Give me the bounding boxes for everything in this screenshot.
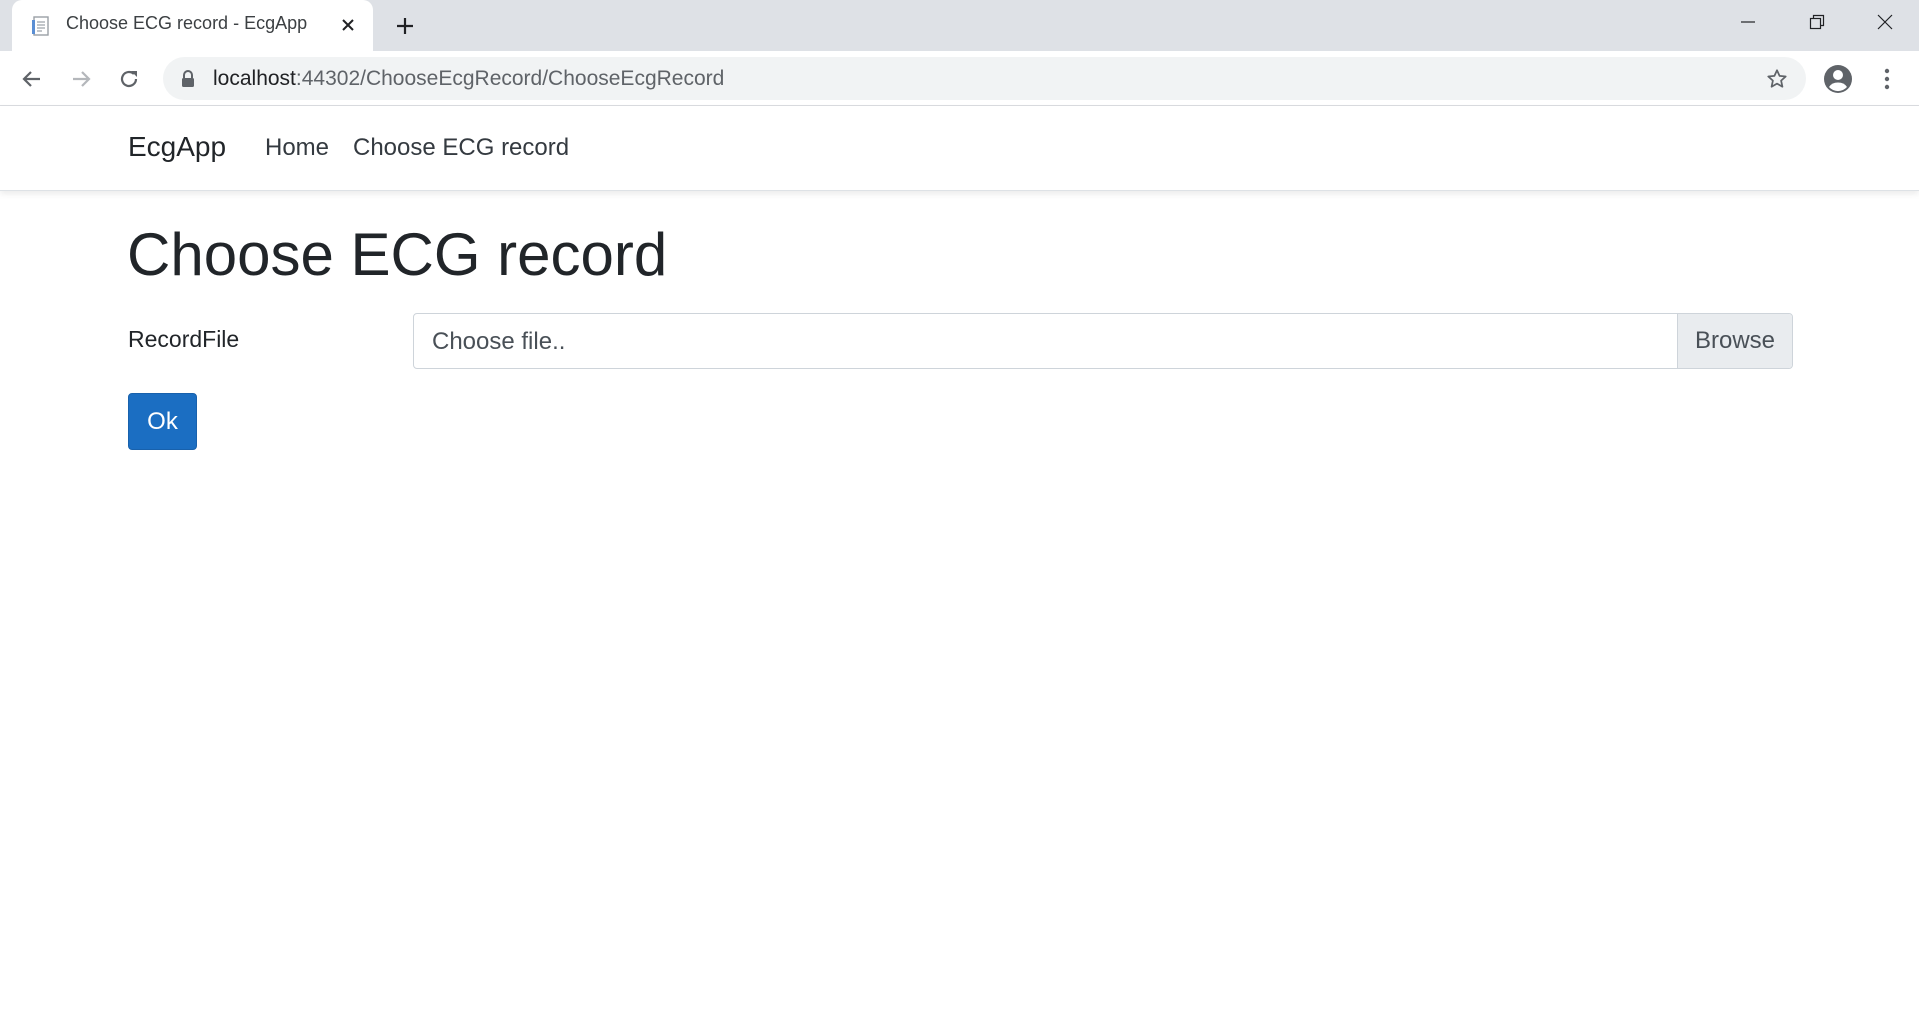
new-tab-icon[interactable] — [390, 11, 420, 41]
lock-icon[interactable] — [179, 69, 197, 89]
reload-icon[interactable] — [113, 63, 145, 95]
url-text[interactable]: localhost:44302/ChooseEcgRecord/ChooseEc… — [213, 67, 724, 91]
app-navbar: EcgApp Home Choose ECG record — [0, 106, 1919, 191]
back-arrow-icon[interactable] — [16, 63, 48, 95]
document-favicon-icon — [30, 15, 52, 37]
address-bar[interactable]: localhost:44302/ChooseEcgRecord/ChooseEc… — [163, 57, 1806, 100]
nav-link-choose-ecg-record[interactable]: Choose ECG record — [353, 134, 569, 162]
navbar-brand[interactable]: EcgApp — [128, 131, 226, 163]
url-host: localhost — [213, 67, 296, 90]
browse-button[interactable]: Browse — [1677, 314, 1792, 368]
url-path: :44302/ChooseEcgRecord/ChooseEcgRecord — [295, 67, 725, 90]
nav-link-home[interactable]: Home — [265, 134, 329, 162]
ok-button[interactable]: Ok — [128, 393, 197, 450]
profile-avatar-icon[interactable] — [1822, 63, 1854, 95]
record-file-input[interactable]: Choose file.. Browse — [413, 313, 1793, 369]
tab-title: Choose ECG record - EcgApp — [66, 13, 308, 33]
bookmark-star-icon[interactable] — [1763, 65, 1791, 93]
forward-arrow-icon[interactable] — [65, 63, 97, 95]
browser-tabstrip: Choose ECG record - EcgApp — [0, 0, 1919, 51]
tab-close-icon[interactable] — [335, 12, 361, 38]
window-close-icon[interactable] — [1850, 0, 1919, 44]
file-input-placeholder: Choose file.. — [432, 328, 566, 355]
browser-tab[interactable]: Choose ECG record - EcgApp — [12, 0, 373, 51]
window-minimize-icon[interactable] — [1713, 0, 1782, 44]
record-file-label: RecordFile — [128, 326, 240, 352]
page-title: Choose ECG record — [127, 221, 668, 288]
browser-toolbar: localhost:44302/ChooseEcgRecord/ChooseEc… — [0, 51, 1919, 106]
window-restore-icon[interactable] — [1782, 0, 1851, 44]
browser-menu-icon[interactable] — [1871, 63, 1903, 95]
